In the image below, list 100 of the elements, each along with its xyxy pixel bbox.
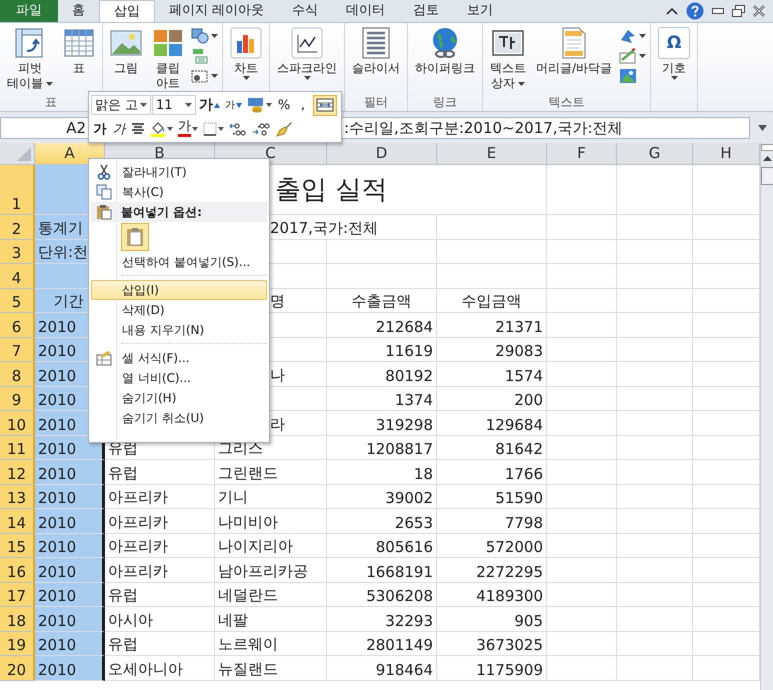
toolbar-button[interactable]: 가 bbox=[91, 118, 109, 140]
ribbon-button[interactable]: 머리글/바닥글 bbox=[533, 25, 616, 77]
table-cell: 2010 bbox=[35, 534, 105, 558]
ribbon-button[interactable]: 피벗 테이블 bbox=[4, 25, 56, 92]
column-header[interactable]: F bbox=[547, 143, 617, 165]
ribbon-tab[interactable]: 페이지 레이아웃 bbox=[155, 0, 278, 22]
table-cell: 2010 bbox=[35, 484, 105, 509]
toolbar-button[interactable]: 가 bbox=[197, 94, 222, 116]
column-header[interactable]: D bbox=[327, 143, 437, 165]
name-box[interactable]: A2 bbox=[0, 117, 88, 139]
table-cell bbox=[547, 264, 617, 288]
toolbar-button[interactable]: 가 bbox=[176, 118, 200, 140]
column-header[interactable]: A bbox=[35, 143, 105, 165]
row-header[interactable]: 9 bbox=[0, 386, 35, 411]
ribbon-button[interactable]: 클립 아트 bbox=[149, 25, 187, 92]
row-header[interactable]: 10 bbox=[0, 411, 35, 436]
table-cell bbox=[547, 338, 617, 362]
row-header[interactable]: 13 bbox=[0, 484, 35, 509]
ribbon-button[interactable] bbox=[619, 27, 646, 45]
column-header[interactable]: H bbox=[693, 143, 760, 165]
table-cell: 유럽 bbox=[105, 460, 215, 484]
ribbon-button[interactable] bbox=[619, 47, 646, 65]
table-cell: 5306208 bbox=[327, 582, 437, 607]
group-label: 텍스트 bbox=[548, 95, 585, 109]
font-size-field[interactable]: 11 bbox=[152, 95, 196, 116]
ribbon-button[interactable]: 표 bbox=[60, 25, 98, 77]
table-cell: 오세아니아 bbox=[105, 656, 215, 680]
ribbon-tab[interactable]: 삽입 bbox=[99, 0, 155, 22]
table-cell: 1668191 bbox=[327, 558, 437, 582]
ribbon-tab[interactable]: 홈 bbox=[58, 0, 99, 22]
table-cell: 수출금액 bbox=[327, 288, 437, 313]
restore-icon[interactable] bbox=[732, 5, 745, 17]
ribbon-button[interactable]: Ω 기호 bbox=[655, 25, 694, 81]
table-cell: 네팔 bbox=[215, 607, 327, 632]
up-arrow-icon bbox=[214, 102, 220, 108]
row-header[interactable]: 11 bbox=[0, 436, 35, 460]
row-header[interactable]: 5 bbox=[0, 288, 35, 313]
dropdown-arrow-icon bbox=[46, 82, 53, 86]
toolbar-button[interactable]: 가 bbox=[223, 94, 244, 116]
table-cell: 기니 bbox=[215, 484, 327, 509]
row-header[interactable]: 7 bbox=[0, 338, 35, 362]
format-cells-icon bbox=[96, 350, 112, 366]
row-header[interactable]: 19 bbox=[0, 632, 35, 656]
scissors-icon bbox=[97, 164, 111, 180]
table-cell bbox=[547, 436, 617, 460]
table-cell: 아프리카 bbox=[105, 509, 215, 534]
table-cell: 319298 bbox=[327, 411, 437, 436]
menu-item[interactable]: 삽입(I) bbox=[91, 280, 267, 300]
table-cell bbox=[547, 240, 617, 264]
close-icon[interactable] bbox=[753, 5, 765, 17]
ribbon-button[interactable] bbox=[191, 27, 218, 45]
dropdown-arrow-icon bbox=[518, 82, 525, 86]
row-header[interactable]: 17 bbox=[0, 582, 35, 607]
ribbon-button[interactable]: 텍스트 상자 bbox=[487, 25, 529, 92]
toolbar-button[interactable]: 가 bbox=[110, 118, 128, 140]
help-icon[interactable] bbox=[686, 2, 704, 20]
row-header[interactable]: 6 bbox=[0, 313, 35, 338]
table-cell bbox=[547, 313, 617, 338]
font-name-field[interactable]: 맑은 고 bbox=[91, 95, 151, 116]
ribbon-button[interactable]: 슬라이서 bbox=[349, 25, 403, 77]
collapse-ribbon-icon[interactable] bbox=[666, 7, 678, 15]
group-label: 필터 bbox=[364, 95, 388, 109]
column-header[interactable]: G bbox=[617, 143, 693, 165]
group-label: 링크 bbox=[433, 95, 457, 109]
row-header[interactable]: 15 bbox=[0, 534, 35, 558]
ribbon-tab[interactable]: 데이터 bbox=[332, 0, 400, 22]
symbol-icon: Ω bbox=[658, 27, 690, 59]
row-header[interactable]: 2 bbox=[0, 215, 35, 240]
row-header[interactable]: 8 bbox=[0, 362, 35, 386]
scrollbar-thumb[interactable] bbox=[761, 167, 773, 185]
table-cell: 3673025 bbox=[437, 632, 547, 656]
ribbon-tab[interactable]: 검토 bbox=[399, 0, 454, 22]
row-header[interactable]: 3 bbox=[0, 240, 35, 264]
table-cell: 200 bbox=[437, 386, 547, 411]
row-header[interactable]: 4 bbox=[0, 264, 35, 288]
column-header[interactable]: E bbox=[437, 143, 547, 165]
increase-decimal-icon bbox=[229, 122, 247, 136]
row-header[interactable]: 18 bbox=[0, 607, 35, 632]
ribbon-tab[interactable]: 보기 bbox=[453, 0, 508, 22]
expand-icon[interactable] bbox=[758, 125, 767, 131]
toolbar-button[interactable]: , bbox=[294, 94, 312, 116]
ribbon-button[interactable]: 하이퍼링크 bbox=[412, 25, 478, 77]
row-header[interactable]: 14 bbox=[0, 509, 35, 534]
row-header[interactable]: 12 bbox=[0, 460, 35, 484]
ribbon-tab[interactable]: 수식 bbox=[278, 0, 332, 22]
row-header[interactable]: 16 bbox=[0, 558, 35, 582]
row-header[interactable]: 1 bbox=[0, 165, 35, 215]
ribbon-button[interactable]: 차트 bbox=[227, 25, 265, 81]
dropdown-arrow-icon bbox=[639, 34, 646, 38]
ribbon-tab[interactable]: 파일 bbox=[0, 0, 58, 22]
toolbar-button[interactable]: % bbox=[275, 94, 293, 116]
ribbon-button[interactable]: 스파크라인 bbox=[274, 25, 340, 81]
paste-option-button[interactable] bbox=[121, 223, 149, 251]
toolbar-button[interactable] bbox=[313, 94, 337, 116]
row-header[interactable]: 20 bbox=[0, 656, 35, 680]
minimize-icon[interactable] bbox=[712, 8, 724, 14]
ribbon-button[interactable]: 그림 bbox=[107, 25, 145, 77]
table-cell: 2010 bbox=[35, 460, 105, 484]
table-cell bbox=[547, 632, 617, 656]
formula-field[interactable]: :수리일,조회구분:2010~2017,국가:전체 bbox=[342, 117, 750, 139]
